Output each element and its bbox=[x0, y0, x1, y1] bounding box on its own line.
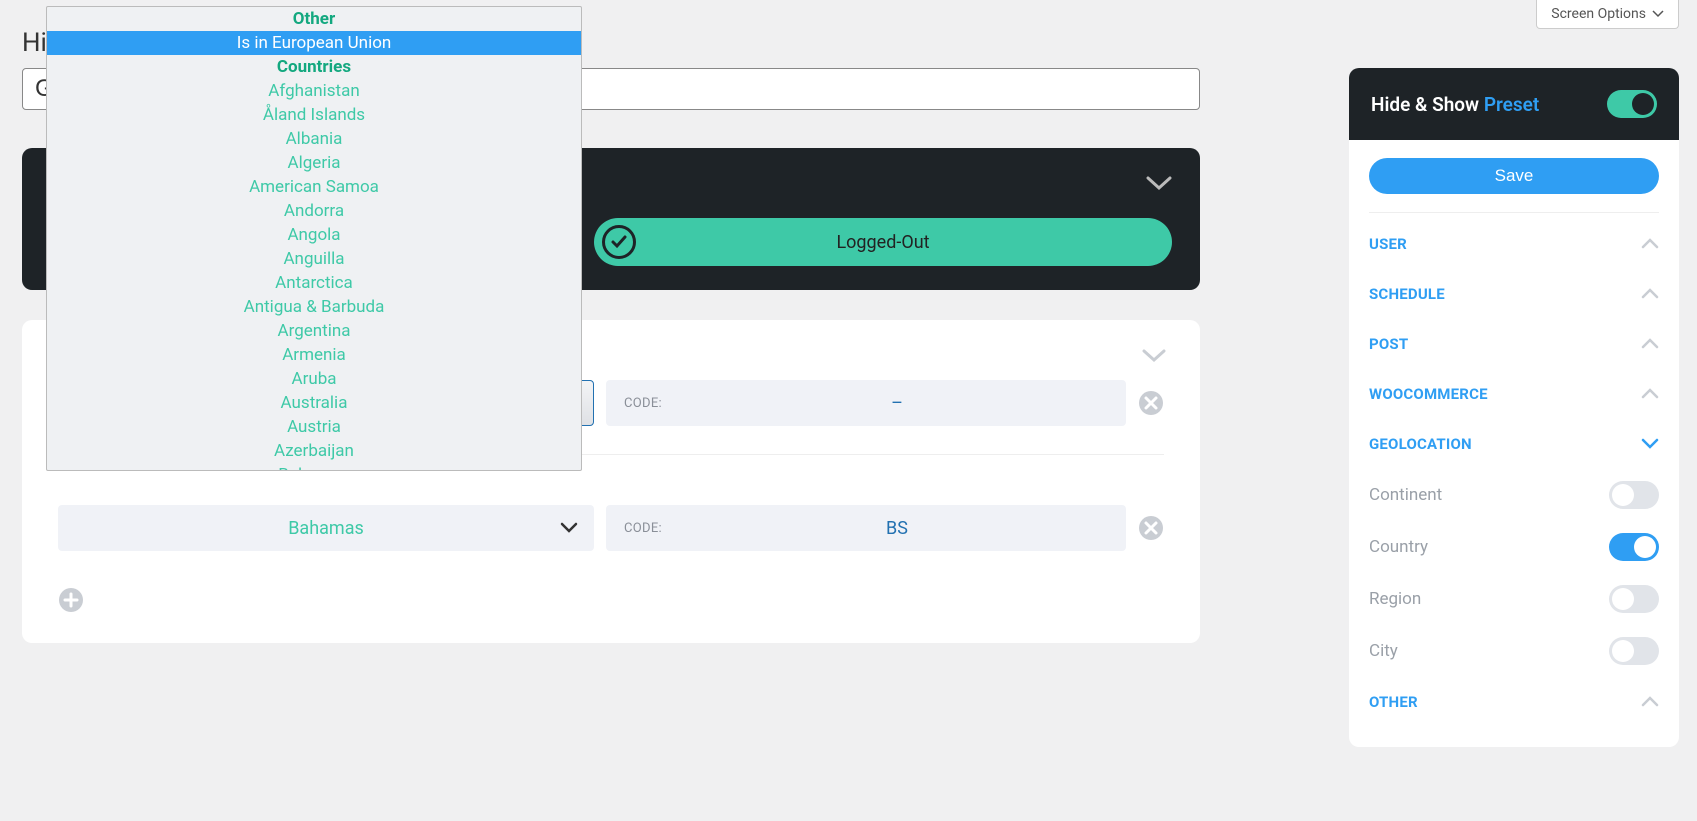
country-select[interactable]: Bahamas bbox=[58, 505, 594, 551]
code-label: CODE: bbox=[624, 521, 662, 536]
dropdown-item[interactable]: Åland Islands bbox=[47, 103, 581, 127]
dropdown-item[interactable]: Anguilla bbox=[47, 247, 581, 271]
dropdown-item[interactable]: Antarctica bbox=[47, 271, 581, 295]
continent-toggle[interactable] bbox=[1609, 481, 1659, 509]
add-row bbox=[58, 579, 1164, 613]
sidebar-section-geolocation[interactable]: GEOLOCATION bbox=[1369, 419, 1659, 469]
code-value: – bbox=[686, 393, 1108, 414]
dropdown-item[interactable]: Andorra bbox=[47, 199, 581, 223]
dropdown-item[interactable]: Bahamas bbox=[47, 463, 581, 470]
code-label: CODE: bbox=[624, 396, 662, 411]
remove-row-icon[interactable] bbox=[1138, 515, 1164, 541]
dropdown-item[interactable]: Angola bbox=[47, 223, 581, 247]
geo-region-item: Region bbox=[1369, 573, 1659, 625]
dropdown-item[interactable]: Antigua & Barbuda bbox=[47, 295, 581, 319]
chevron-up-icon bbox=[1641, 696, 1659, 708]
sidebar-section-other[interactable]: OTHER bbox=[1369, 677, 1659, 727]
dropdown-item[interactable]: Austria bbox=[47, 415, 581, 439]
caret-down-icon bbox=[1652, 10, 1664, 18]
pill-label: Logged-Out bbox=[836, 232, 929, 253]
dropdown-item[interactable]: Armenia bbox=[47, 343, 581, 367]
chevron-down-icon bbox=[1641, 438, 1659, 450]
sidebar-section-user[interactable]: USER bbox=[1369, 219, 1659, 269]
dropdown-item-eu[interactable]: Is in European Union bbox=[47, 31, 581, 55]
dropdown-group-countries: Countries bbox=[47, 55, 581, 79]
dropdown-item[interactable]: Argentina bbox=[47, 319, 581, 343]
select-value: Bahamas bbox=[288, 518, 364, 539]
dropdown-group-other: Other bbox=[47, 7, 581, 31]
save-button[interactable]: Save bbox=[1369, 158, 1659, 194]
geo-continent-item: Continent bbox=[1369, 469, 1659, 521]
dropdown-item[interactable]: Afghanistan bbox=[47, 79, 581, 103]
pill-logged-out[interactable]: Logged-Out bbox=[594, 218, 1172, 266]
sidebar-panel: Hide & Show Preset Save USER SCHEDULE PO… bbox=[1349, 68, 1679, 747]
country-dropdown[interactable]: Other Is in European Union Countries Afg… bbox=[46, 6, 582, 471]
dropdown-item[interactable]: Albania bbox=[47, 127, 581, 151]
dropdown-item[interactable]: Azerbaijan bbox=[47, 439, 581, 463]
screen-options-label: Screen Options bbox=[1551, 6, 1646, 22]
city-toggle[interactable] bbox=[1609, 637, 1659, 665]
chevron-up-icon bbox=[1641, 238, 1659, 250]
chevron-up-icon bbox=[1641, 388, 1659, 400]
remove-row-icon[interactable] bbox=[1138, 390, 1164, 416]
chevron-up-icon bbox=[1641, 338, 1659, 350]
check-circle-icon bbox=[602, 225, 636, 259]
code-display: CODE: – bbox=[606, 380, 1126, 426]
chevron-down-icon[interactable] bbox=[1146, 175, 1172, 191]
chevron-up-icon bbox=[1641, 288, 1659, 300]
country-toggle[interactable] bbox=[1609, 533, 1659, 561]
code-display: CODE: BS bbox=[606, 505, 1126, 551]
dropdown-list[interactable]: Other Is in European Union Countries Afg… bbox=[47, 7, 581, 470]
sidebar-body: Save USER SCHEDULE POST WOOCOMMERCE GEOL… bbox=[1349, 140, 1679, 747]
dropdown-item[interactable]: Australia bbox=[47, 391, 581, 415]
sidebar-header: Hide & Show Preset bbox=[1349, 68, 1679, 140]
caret-down-icon bbox=[560, 522, 578, 534]
dropdown-item[interactable]: Aruba bbox=[47, 367, 581, 391]
sidebar-section-post[interactable]: POST bbox=[1369, 319, 1659, 369]
code-value: BS bbox=[686, 518, 1108, 539]
sidebar-title: Hide & Show Preset bbox=[1371, 93, 1539, 116]
sidebar-section-schedule[interactable]: SCHEDULE bbox=[1369, 269, 1659, 319]
geo-country-item: Country bbox=[1369, 521, 1659, 573]
dropdown-item[interactable]: American Samoa bbox=[47, 175, 581, 199]
chevron-down-icon[interactable] bbox=[1142, 348, 1166, 364]
geo-city-item: City bbox=[1369, 625, 1659, 677]
region-toggle[interactable] bbox=[1609, 585, 1659, 613]
add-row-icon[interactable] bbox=[58, 587, 84, 613]
preset-toggle[interactable] bbox=[1607, 90, 1657, 118]
page-title: Hi bbox=[22, 28, 47, 58]
sidebar-section-woocommerce[interactable]: WOOCOMMERCE bbox=[1369, 369, 1659, 419]
screen-options-button[interactable]: Screen Options bbox=[1536, 0, 1679, 29]
dropdown-item[interactable]: Algeria bbox=[47, 151, 581, 175]
